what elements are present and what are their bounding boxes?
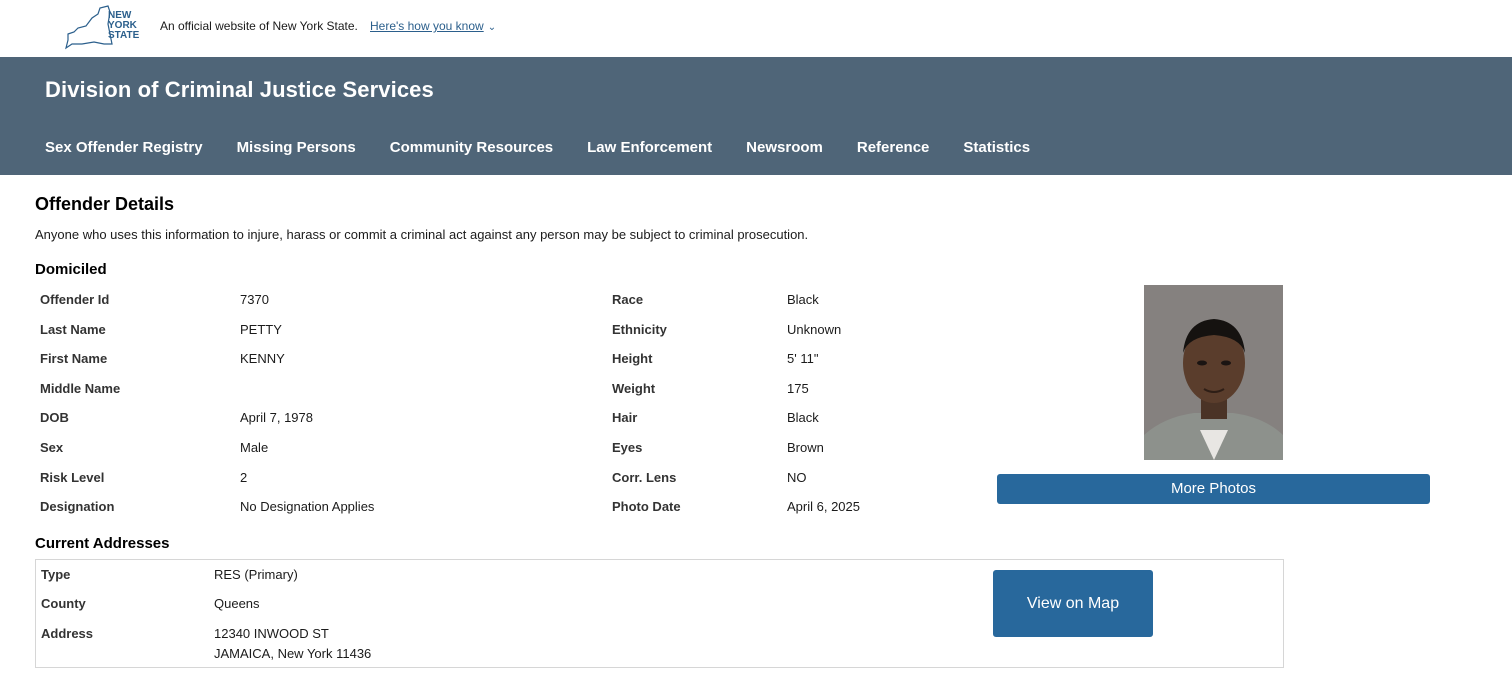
photo-date-label: Photo Date xyxy=(612,499,681,514)
hair-label: Hair xyxy=(612,410,638,425)
county-label: County xyxy=(41,596,86,611)
more-photos-button[interactable]: More Photos xyxy=(997,474,1430,504)
offender-id-value: 7370 xyxy=(240,292,269,307)
first-name-value: KENNY xyxy=(240,351,285,366)
race-value: Black xyxy=(787,292,819,307)
warning-text: Anyone who uses this information to inju… xyxy=(35,227,809,242)
photo-date-value: April 6, 2025 xyxy=(787,499,860,514)
last-name-value: PETTY xyxy=(240,322,282,337)
dob-label: DOB xyxy=(40,410,69,425)
eyes-value: Brown xyxy=(787,440,824,455)
official-banner: NEW YORK STATE An official website of Ne… xyxy=(0,0,1512,57)
corr-lens-label: Corr. Lens xyxy=(612,470,677,485)
chevron-down-icon[interactable]: ⌄ xyxy=(488,22,496,33)
eyes-label: Eyes xyxy=(612,440,643,455)
designation-label: Designation xyxy=(40,499,115,514)
address-type-label: Type xyxy=(41,567,71,582)
weight-value: 175 xyxy=(787,381,809,396)
middle-name-label: Middle Name xyxy=(40,381,121,396)
address-line2: JAMAICA, New York 11436 xyxy=(214,646,372,661)
risk-level-value: 2 xyxy=(240,470,248,485)
offender-id-label: Offender Id xyxy=(40,292,110,307)
county-value: Queens xyxy=(214,596,260,611)
offender-photo xyxy=(1144,285,1283,460)
nav-law-enforcement[interactable]: Law Enforcement xyxy=(587,139,712,156)
how-you-know-label[interactable]: Here's how you know xyxy=(370,19,484,33)
nys-logo[interactable]: NEW YORK STATE xyxy=(64,4,144,52)
addresses-heading: Current Addresses xyxy=(35,535,170,552)
agency-header: Division of Criminal Justice Services Se… xyxy=(0,57,1512,175)
ethnicity-value: Unknown xyxy=(787,322,842,337)
weight-label: Weight xyxy=(612,381,656,396)
corr-lens-value: NO xyxy=(787,470,807,485)
page-title: Offender Details xyxy=(35,194,175,214)
race-label: Race xyxy=(612,292,644,307)
height-value: 5' 11" xyxy=(787,351,819,366)
nav-reference[interactable]: Reference xyxy=(857,139,930,156)
address-type-value: RES (Primary) xyxy=(214,567,298,582)
first-name-label: First Name xyxy=(40,351,108,366)
nav-missing-persons[interactable]: Missing Persons xyxy=(237,139,356,156)
address-line1: 12340 INWOOD ST xyxy=(214,626,329,641)
nav-statistics[interactable]: Statistics xyxy=(963,139,1030,156)
nav-sex-offender-registry[interactable]: Sex Offender Registry xyxy=(45,139,203,156)
address-label: Address xyxy=(41,626,94,641)
nav-newsroom[interactable]: Newsroom xyxy=(746,139,823,156)
ethnicity-label: Ethnicity xyxy=(612,322,667,337)
hair-value: Black xyxy=(787,410,819,425)
how-you-know-link[interactable]: Here's how you know ⌄ xyxy=(370,19,496,33)
main-nav: Sex Offender Registry Missing Persons Co… xyxy=(45,139,1064,156)
official-site-text: An official website of New York State. xyxy=(160,19,358,33)
last-name-label: Last Name xyxy=(40,322,106,337)
sex-label: Sex xyxy=(40,440,64,455)
domiciled-heading: Domiciled xyxy=(35,261,107,278)
svg-text:STATE: STATE xyxy=(108,30,140,41)
agency-title[interactable]: Division of Criminal Justice Services xyxy=(45,77,434,103)
height-label: Height xyxy=(612,351,653,366)
designation-value: No Designation Applies xyxy=(240,499,375,514)
risk-level-label: Risk Level xyxy=(40,470,105,485)
nav-community-resources[interactable]: Community Resources xyxy=(390,139,553,156)
sex-value: Male xyxy=(240,440,269,455)
dob-value: April 7, 1978 xyxy=(240,410,313,425)
view-on-map-button[interactable]: View on Map xyxy=(993,570,1153,637)
person-portrait-icon xyxy=(1144,285,1283,460)
